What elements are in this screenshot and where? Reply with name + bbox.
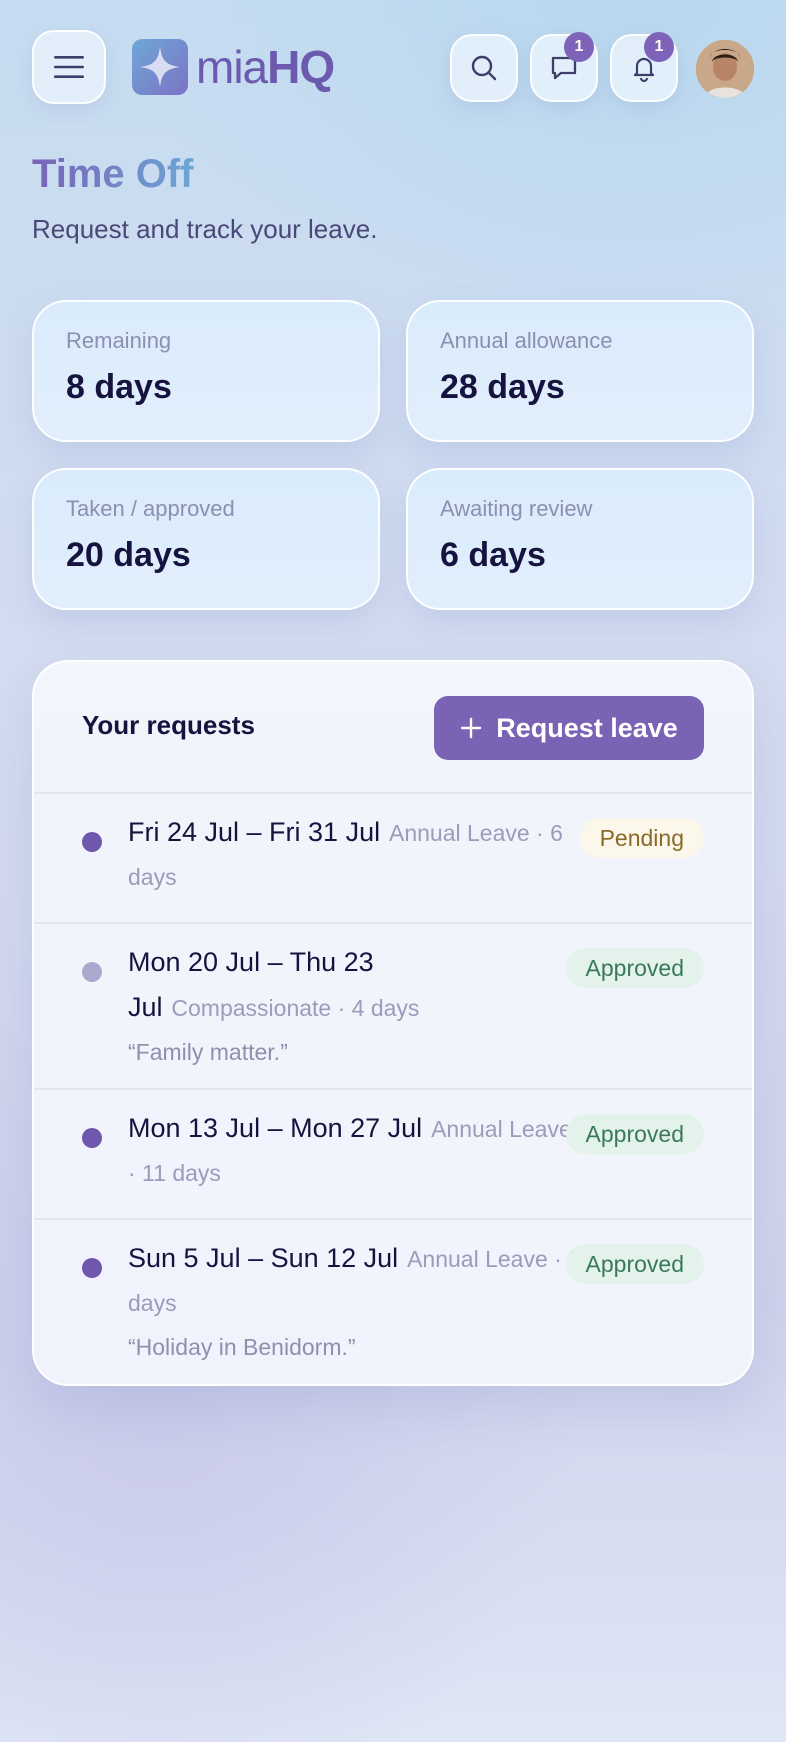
- stat-card-remaining: Remaining 8 days: [32, 300, 380, 442]
- search-icon: [471, 55, 497, 81]
- stat-label: Awaiting review: [440, 496, 593, 521]
- request-leave-label: Request leave: [496, 712, 678, 743]
- logo-text-mia: mia: [196, 41, 268, 93]
- request-details: Sun 5 Jul – Sun 12 Jul Annual Leave · 5 …: [128, 1238, 582, 1367]
- request-meta: Compassionate · 4 days: [171, 995, 420, 1021]
- messages-badge: 1: [564, 32, 594, 62]
- request-dates: Fri 24 Jul – Fri 31 Jul: [128, 817, 381, 847]
- requests-title: Your requests: [82, 710, 255, 740]
- requests-header: Your requests Request leave: [34, 662, 752, 794]
- stat-label: Taken / approved: [66, 496, 235, 521]
- request-note: “Family matter.”: [128, 1039, 288, 1065]
- stat-card-annual-allowance: Annual allowance 28 days: [406, 300, 754, 442]
- page-title: Time Off: [32, 152, 194, 196]
- logo[interactable]: miaHQ: [132, 38, 335, 96]
- plus-icon: [461, 717, 482, 739]
- status-dot: [82, 962, 102, 982]
- menu-button[interactable]: [32, 30, 106, 104]
- avatar[interactable]: [696, 40, 754, 98]
- status-dot: [82, 832, 102, 852]
- request-dates: Sun 5 Jul – Sun 12 Jul: [128, 1243, 399, 1273]
- request-row[interactable]: Fri 24 Jul – Fri 31 Jul Annual Leave · 6…: [34, 794, 752, 924]
- messages-button[interactable]: 1: [530, 32, 598, 102]
- stat-value: 20 days: [66, 536, 191, 574]
- logo-wordmark: miaHQ: [196, 41, 335, 93]
- status-dot: [82, 1258, 102, 1278]
- stat-label: Remaining: [66, 328, 172, 353]
- status-badge: Pending: [579, 818, 704, 858]
- request-details: Fri 24 Jul – Fri 31 Jul Annual Leave · 6…: [128, 812, 582, 901]
- request-leave-button[interactable]: Request leave: [434, 696, 704, 760]
- stat-value: 28 days: [440, 368, 565, 406]
- status-badge: Approved: [565, 1114, 704, 1154]
- request-dates: Mon 13 Jul – Mon 27 Jul: [128, 1113, 423, 1143]
- status-badge: Approved: [565, 1244, 704, 1284]
- top-bar: miaHQ 1 1: [32, 30, 754, 104]
- search-button[interactable]: [450, 34, 518, 102]
- requests-panel: Your requests Request leave Fri 24 Jul –…: [32, 660, 754, 1386]
- logo-star-icon: [132, 39, 188, 95]
- status-dot: [82, 1128, 102, 1148]
- stat-label: Annual allowance: [440, 328, 613, 353]
- request-row[interactable]: Mon 20 Jul – Thu 23 Jul Compassionate · …: [34, 924, 752, 1090]
- request-details: Mon 13 Jul – Mon 27 Jul Annual Leave · 1…: [128, 1108, 582, 1197]
- request-note: “Holiday in Benidorm.”: [128, 1334, 356, 1360]
- request-row[interactable]: Sun 5 Jul – Sun 12 Jul Annual Leave · 5 …: [34, 1220, 752, 1384]
- status-badge: Approved: [565, 948, 704, 988]
- page-subtitle: Request and track your leave.: [32, 214, 378, 244]
- stat-card-awaiting-review: Awaiting review 6 days: [406, 468, 754, 610]
- request-row[interactable]: Mon 13 Jul – Mon 27 Jul Annual Leave · 1…: [34, 1090, 752, 1220]
- stat-value: 8 days: [66, 368, 172, 406]
- user-photo-icon: [696, 40, 754, 98]
- notifications-badge: 1: [644, 32, 674, 62]
- stat-card-taken: Taken / approved 20 days: [32, 468, 380, 610]
- stat-value: 6 days: [440, 536, 546, 574]
- notifications-button[interactable]: 1: [610, 32, 678, 102]
- logo-text-hq: HQ: [267, 41, 335, 93]
- request-details: Mon 20 Jul – Thu 23 Jul Compassionate · …: [128, 942, 582, 1072]
- hamburger-icon: [54, 56, 84, 78]
